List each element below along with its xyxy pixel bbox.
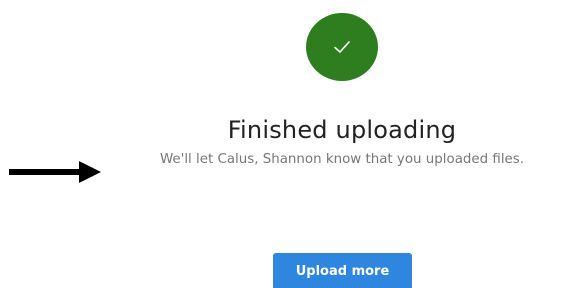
upload-more-button[interactable]: Upload more [273, 253, 412, 288]
success-badge [306, 13, 378, 81]
status-title: Finished uploading [227, 116, 457, 144]
checkmark-icon [334, 41, 350, 53]
arrow-right-icon [9, 161, 101, 183]
upload-complete-page: Finished uploading We'll let Calus, Shan… [0, 0, 570, 288]
